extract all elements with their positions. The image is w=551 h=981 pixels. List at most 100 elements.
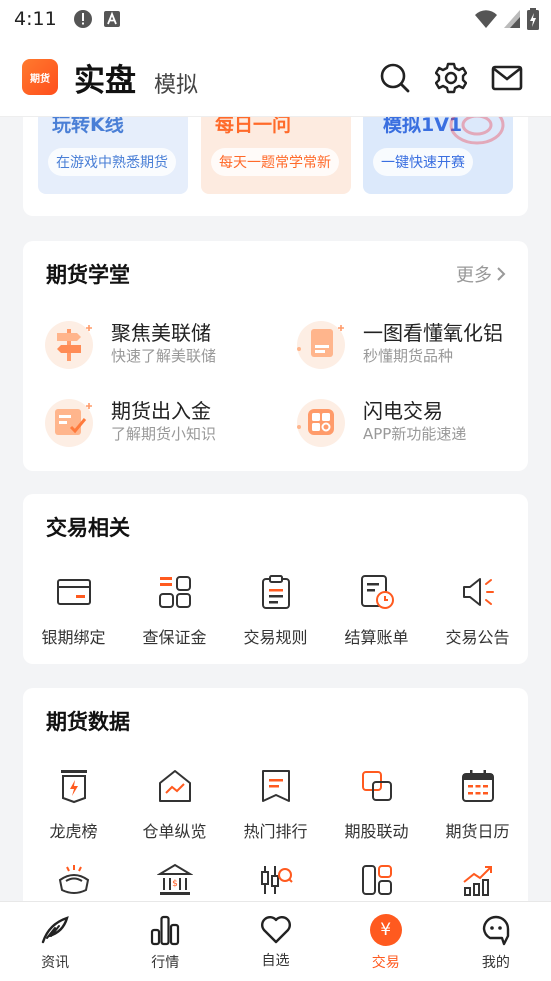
grid-item[interactable]	[326, 860, 427, 900]
clipboard-icon	[256, 572, 296, 612]
grid-item[interactable]: 银期绑定	[23, 572, 124, 648]
promo-daily-question[interactable]: 每日一问 每天一题常学常新	[201, 116, 351, 194]
trade-title: 交易相关	[46, 516, 130, 540]
tab-market[interactable]: 行情	[110, 902, 220, 981]
app-grid-search-icon	[293, 393, 349, 449]
status-bar: 4:11	[0, 0, 551, 38]
bar-chart-icon	[149, 914, 181, 946]
content-area[interactable]: 玩转K线 在游戏中熟悉期货 每日一问 每天一题常学常新 模拟1V1 一键快速开赛…	[0, 116, 551, 901]
promo-kline-title: 玩转K线	[52, 116, 124, 136]
yuan-symbol: ¥	[380, 920, 392, 940]
trade-related-card: 交易相关 银期绑定 查保证金 交易规则 结算账单 交易公告	[23, 494, 528, 664]
promo-daily-pill: 每天一题常学常新	[211, 148, 339, 176]
promo-1v1-pill: 一键快速开赛	[373, 148, 473, 176]
grid-item[interactable]: $	[124, 860, 225, 900]
page-title[interactable]: 实盘	[74, 55, 136, 100]
grid-label: 热门排行	[243, 822, 308, 841]
futures-data-card: 期货数据 龙虎榜 仓单纵览 热门排行 期股联动 期货日历 $	[23, 688, 528, 901]
lesson-title: 一图看懂氧化铝	[363, 321, 503, 345]
lesson-title: 闪电交易	[363, 399, 443, 423]
tab-label: 自选	[261, 953, 290, 969]
lesson-item[interactable]: 聚焦美联储 快速了解美联储	[41, 315, 216, 371]
promo-daily-title: 每日一问	[215, 116, 292, 136]
heart-icon	[260, 914, 292, 944]
grid-item[interactable]: 交易规则	[225, 572, 326, 648]
bookmark-list-icon	[256, 766, 296, 806]
grid-item[interactable]: 结算账单	[326, 572, 427, 648]
promo-card: 玩转K线 在游戏中熟悉期货 每日一问 每天一题常学常新 模拟1V1 一键快速开赛	[23, 116, 528, 216]
grid-item[interactable]: 期股联动	[326, 766, 427, 842]
promo-kline[interactable]: 玩转K线 在游戏中熟悉期货	[38, 116, 188, 194]
grid-label: 仓单纵览	[142, 822, 207, 841]
gear-icon[interactable]	[435, 62, 467, 94]
tab-label: 行情	[151, 955, 180, 971]
document-icon	[293, 315, 349, 371]
app-logo: 期货	[22, 59, 58, 95]
grid-item[interactable]	[427, 860, 528, 900]
grid-item[interactable]	[225, 860, 326, 900]
grid-label: 期股联动	[344, 822, 409, 841]
statement-clock-icon	[357, 572, 397, 612]
grid-item[interactable]: 查保证金	[124, 572, 225, 648]
search-icon[interactable]	[379, 62, 411, 94]
grid-label: 龙虎榜	[49, 822, 98, 841]
lesson-item[interactable]: 期货出入金 了解期货小知识	[41, 393, 216, 449]
grid-label: 结算账单	[344, 628, 409, 647]
app-header: 期货 实盘 模拟	[0, 38, 551, 116]
growth-chart-icon	[458, 860, 498, 900]
grid-item[interactable]	[23, 860, 124, 900]
warehouse-chart-icon	[155, 766, 195, 806]
mascot-icon	[480, 914, 512, 946]
grid-label: 期货日历	[445, 822, 510, 841]
lesson-sub: 秒懂期货品种	[363, 347, 454, 365]
school-more-link[interactable]: 更多	[456, 261, 506, 287]
battery-icon	[527, 8, 539, 30]
mail-icon[interactable]	[491, 64, 523, 92]
tab-profile[interactable]: 我的	[441, 902, 551, 981]
wifi-icon	[475, 9, 497, 29]
tab-watchlist[interactable]: 自选	[220, 902, 330, 981]
school-title: 期货学堂	[46, 263, 130, 287]
tab-label: 交易	[371, 955, 400, 971]
candlestick-search-icon	[256, 860, 296, 900]
grid-label: 查保证金	[142, 628, 207, 647]
promo-1v1[interactable]: 模拟1V1 一键快速开赛	[363, 116, 513, 194]
ingot-icon	[54, 860, 94, 900]
grid-item[interactable]: 交易公告	[427, 572, 528, 648]
megaphone-icon	[458, 572, 498, 612]
calendar-icon	[458, 766, 498, 806]
bottom-tab-bar: 资讯 行情 自选 ¥ 交易 我的	[0, 901, 551, 981]
simulation-tab[interactable]: 模拟	[154, 67, 198, 99]
layout-panels-icon	[357, 860, 397, 900]
lesson-sub: 快速了解美联储	[111, 347, 217, 365]
text-input-icon	[103, 10, 121, 28]
grid-item[interactable]: 期货日历	[427, 766, 528, 842]
bank-building-icon: $	[155, 860, 195, 900]
tab-news[interactable]: 资讯	[0, 902, 110, 981]
lesson-title: 期货出入金	[111, 399, 211, 423]
signal-icon	[503, 9, 521, 29]
leaderboard-icon	[54, 766, 94, 806]
lesson-item[interactable]: 一图看懂氧化铝 秒懂期货品种	[293, 315, 503, 371]
alert-icon	[73, 9, 93, 29]
grid-label: 银期绑定	[41, 628, 106, 647]
tab-trade[interactable]: ¥ 交易	[331, 902, 441, 981]
futures-school-card: 期货学堂 更多 聚焦美联储 快速了解美联储 一图看懂氧化铝 秒懂期货品种 期货出…	[23, 241, 528, 471]
news-feather-icon	[39, 914, 71, 946]
grid-item[interactable]: 仓单纵览	[124, 766, 225, 842]
lesson-title: 聚焦美联储	[111, 321, 211, 345]
grid-item[interactable]: 热门排行	[225, 766, 326, 842]
more-label: 更多	[456, 265, 492, 286]
svg-text:$: $	[172, 879, 178, 889]
grid-label: 交易规则	[243, 628, 308, 647]
grid-item[interactable]: 龙虎榜	[23, 766, 124, 842]
chevron-right-icon	[497, 267, 506, 281]
lesson-sub: APP新功能速递	[363, 425, 467, 443]
tab-label: 资讯	[41, 955, 70, 971]
checklist-icon	[41, 393, 97, 449]
grid-label: 交易公告	[445, 628, 510, 647]
data-title: 期货数据	[46, 710, 130, 734]
bank-card-icon	[54, 572, 94, 612]
promo-kline-pill: 在游戏中熟悉期货	[48, 148, 176, 176]
lesson-item[interactable]: 闪电交易 APP新功能速递	[293, 393, 466, 449]
